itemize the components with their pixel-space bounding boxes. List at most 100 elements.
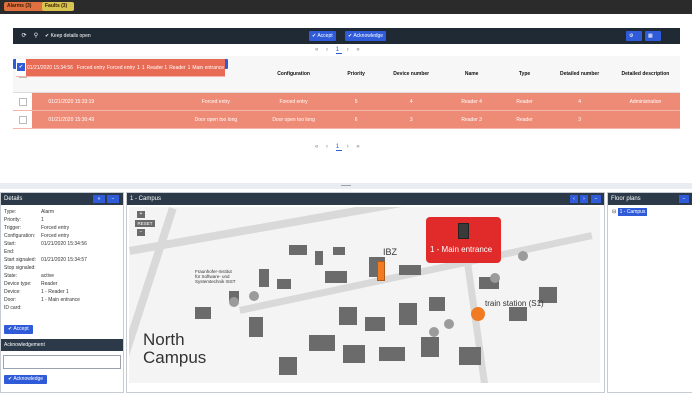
table-cell: Forced entry	[105, 59, 137, 77]
detail-value: Forced entry	[41, 225, 70, 231]
row-select-cell[interactable]: ✔	[16, 59, 26, 77]
details-title: Details	[4, 196, 23, 202]
map-building	[249, 317, 263, 337]
ibz-marker[interactable]	[377, 261, 385, 281]
table-row[interactable]: ✔ 01/21/2020 15:34:56 Forced entry Force…	[13, 59, 229, 77]
detail-row: Configuration: Forced entry	[4, 233, 69, 239]
row-checkbox[interactable]	[18, 97, 27, 106]
table-row[interactable]: 01/21/2020 15:33:19 Forced entry Forced …	[13, 93, 680, 111]
route-node[interactable]	[229, 297, 239, 307]
collapse-button[interactable]: «	[93, 195, 105, 203]
row-select-cell[interactable]	[13, 93, 33, 111]
train-station-marker[interactable]	[471, 307, 485, 321]
pager-first[interactable]: «	[315, 144, 321, 150]
pager-last[interactable]: »	[356, 144, 362, 150]
table-cell: 01/21/2020 15:30:49	[32, 110, 111, 129]
search-icon[interactable]: ⚲	[31, 31, 41, 41]
map-building	[277, 279, 291, 289]
row-checkbox[interactable]: ✔	[17, 63, 25, 72]
column-header[interactable]: Priority	[332, 56, 380, 93]
acknowledgement-input[interactable]	[3, 355, 121, 369]
row-checkbox[interactable]	[18, 115, 27, 124]
pager-prev[interactable]: ‹	[326, 144, 331, 150]
detail-row: Stop signaled:	[4, 265, 41, 271]
pager-next[interactable]: ›	[347, 144, 352, 150]
pager-current[interactable]: 1	[335, 47, 343, 54]
columns-button[interactable]: ▦	[645, 31, 661, 41]
route-node[interactable]	[518, 251, 528, 261]
column-header[interactable]: Configuration	[254, 56, 333, 93]
acknowledge-label: Acknowledge	[353, 33, 384, 39]
pager-prev[interactable]: ‹	[326, 47, 331, 53]
acknowledge-submit-button[interactable]: ✔ Acknowledge	[4, 375, 48, 384]
north-campus-line: North	[143, 330, 185, 349]
table-row[interactable]: 01/21/2020 15:30:49 Door open too long D…	[13, 110, 680, 129]
map-prev-button[interactable]: ‹	[570, 195, 578, 203]
details-accept-button[interactable]: ✔ Accept	[4, 325, 33, 334]
table-cell	[610, 110, 680, 129]
tab-faults[interactable]: Faults (3)	[42, 2, 74, 11]
acknowledge-button[interactable]: ✔ Acknowledge	[345, 31, 387, 41]
route-node[interactable]	[429, 327, 439, 337]
zoom-in-button[interactable]: +	[137, 211, 145, 218]
floorplans-minimize-button[interactable]: −	[679, 195, 689, 203]
detail-key: Door:	[4, 297, 17, 303]
detail-row: State: active	[4, 273, 54, 279]
main-entrance-marker[interactable]: 1 - Main entrance	[426, 217, 501, 263]
table-cell: 6	[332, 110, 380, 129]
check-icon: ✔	[348, 33, 353, 39]
route-node[interactable]	[444, 319, 454, 329]
map-building	[279, 357, 297, 375]
split-divider[interactable]	[0, 183, 692, 189]
route-node[interactable]	[249, 291, 259, 301]
detail-key: Stop signaled:	[4, 265, 36, 271]
accept-button[interactable]: ✔ Accept	[309, 31, 336, 41]
map-minimize-button[interactable]: −	[591, 195, 601, 203]
campus-map[interactable]: + RESET − Fraunhofer-Institut für Softwa…	[129, 207, 600, 383]
table-cell: Forced entry	[75, 59, 106, 77]
map-building	[399, 265, 421, 275]
column-header[interactable]: Device number	[379, 56, 443, 93]
collapse-tree-icon: ⊟	[612, 209, 617, 215]
route-node[interactable]	[490, 273, 500, 283]
map-building	[339, 307, 357, 325]
keep-details-toggle[interactable]: ✔ Keep details open	[45, 31, 105, 41]
institute-label-line: Systemtechnik ISST	[195, 279, 236, 284]
check-icon: ✔	[45, 33, 50, 39]
column-header[interactable]: Type	[500, 56, 549, 93]
floorplans-title: Floor plans	[611, 196, 641, 202]
events-toolbar: ⟳ ⚲ ✔ Keep details open ✔ Accept ✔ Ackno…	[13, 28, 680, 44]
detail-key: Type:	[4, 209, 17, 215]
zoom-out-button[interactable]: −	[137, 229, 145, 236]
table-cell: Forced entry	[254, 93, 333, 111]
map-building	[459, 347, 481, 365]
refresh-icon[interactable]: ⟳	[19, 31, 29, 41]
detail-row: Start signaled: 01/21/2020 15:34:57	[4, 257, 87, 263]
settings-button[interactable]: ⚙	[626, 31, 642, 41]
minimize-button[interactable]: −	[107, 195, 119, 203]
floorplan-item[interactable]: ⊟ 1 - Campus	[612, 208, 648, 216]
pager-next[interactable]: ›	[347, 47, 352, 53]
table-cell	[110, 110, 178, 129]
column-header[interactable]: Detailed number	[548, 56, 611, 93]
detail-value: 1 - Reader 1	[41, 289, 69, 295]
pager-current[interactable]: 1	[335, 144, 343, 151]
map-reset-button[interactable]: RESET	[135, 220, 155, 227]
pager-last[interactable]: »	[356, 47, 362, 53]
detail-value: 01/21/2020 15:34:56	[41, 241, 87, 247]
map-building	[325, 271, 347, 283]
floorplans-panel: Floor plans − ⊟ 1 - Campus	[607, 192, 692, 393]
column-header[interactable]: Detailed description	[610, 56, 680, 93]
detail-value: 1	[41, 217, 44, 223]
map-next-button[interactable]: ›	[580, 195, 588, 203]
acknowledge-submit-label: Acknowledge	[13, 376, 44, 382]
map-building	[421, 337, 439, 357]
table-cell: 3	[379, 110, 443, 129]
train-station-label: train station (S1)	[485, 299, 544, 308]
row-select-cell[interactable]	[13, 110, 33, 129]
drag-handle-icon[interactable]	[341, 185, 351, 186]
detail-value: active	[41, 273, 55, 279]
tab-alarms[interactable]: Alarms (3)	[4, 2, 44, 11]
column-header[interactable]: Name	[442, 56, 501, 93]
pager-first[interactable]: «	[315, 47, 321, 53]
